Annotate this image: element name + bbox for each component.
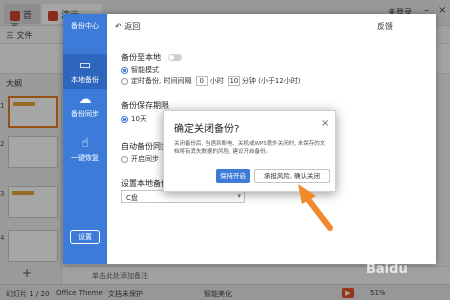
watermark: Baidu [366, 262, 408, 277]
arrow-head [298, 184, 316, 204]
annotation-arrow-icon [298, 184, 333, 231]
